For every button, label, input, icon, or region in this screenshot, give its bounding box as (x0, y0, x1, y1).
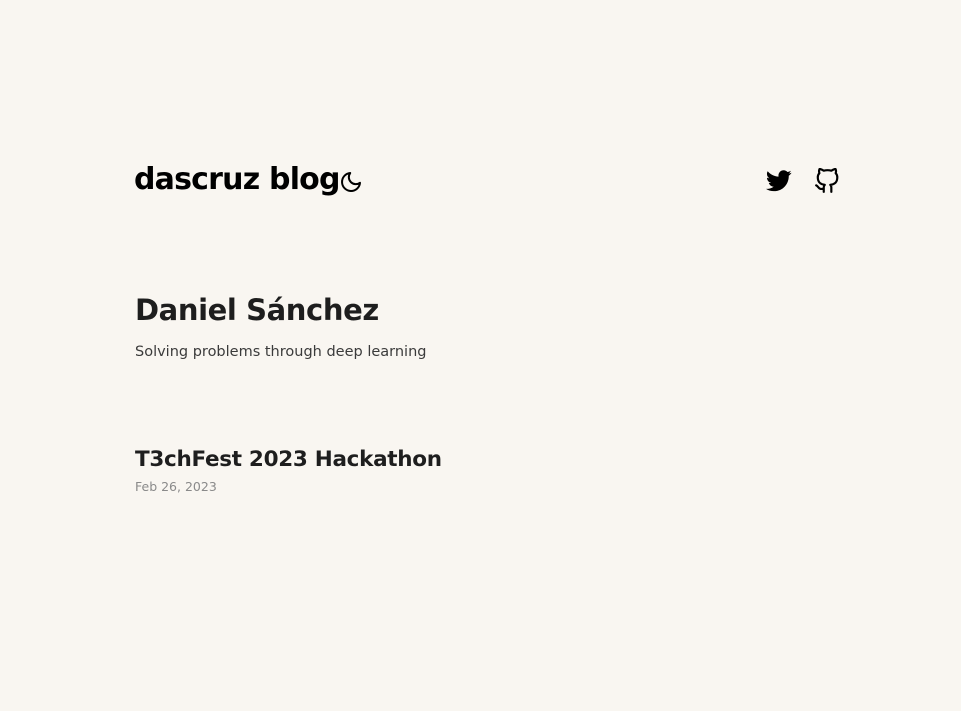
post-entry[interactable]: T3chFest 2023 Hackathon Feb 26, 2023 (135, 445, 442, 495)
social-links (766, 168, 840, 194)
site-header: dascruz blog (134, 158, 840, 204)
github-link[interactable] (814, 168, 840, 194)
post-title[interactable]: T3chFest 2023 Hackathon (135, 445, 442, 475)
theme-toggle-button[interactable] (337, 168, 365, 196)
profile-tagline: Solving problems through deep learning (135, 344, 427, 360)
post-date: Feb 26, 2023 (135, 479, 217, 494)
profile-name: Daniel Sánchez (135, 293, 379, 327)
moon-icon (341, 172, 361, 192)
github-icon (815, 168, 839, 193)
profile-section: Daniel Sánchez Solving problems through … (135, 290, 426, 362)
twitter-link[interactable] (766, 168, 792, 194)
site-logo-link[interactable]: dascruz blog (134, 162, 340, 198)
twitter-icon (766, 170, 792, 192)
